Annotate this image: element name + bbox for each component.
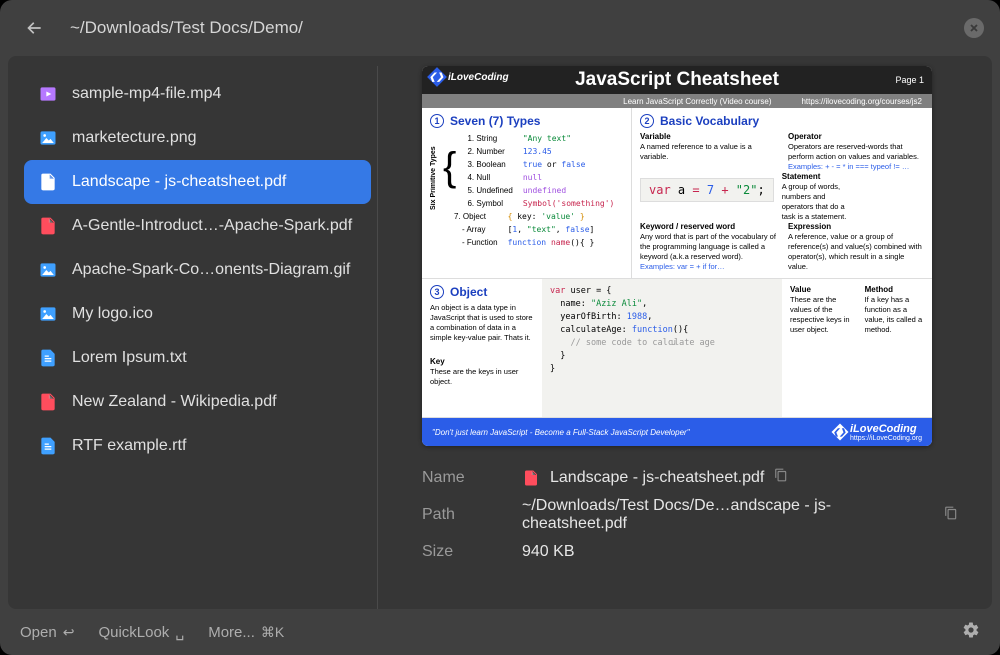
vertical-label: Six Primitive Types [430,132,437,210]
image-icon [38,128,58,148]
file-item[interactable]: Landscape - js-cheatsheet.pdf [24,160,371,204]
footer-brand: ❮❯ iLoveCoding https://iLoveCoding.org [834,423,922,442]
copy-name-button[interactable] [774,468,788,487]
text-icon [38,436,58,456]
quicklook-action[interactable]: QuickLook␣ [98,624,184,641]
meta-name-value: Landscape - js-cheatsheet.pdf [522,468,958,487]
page-number: Page 1 [895,75,924,85]
detail-pane: ❮❯ iLoveCoding JavaScript Cheatsheet Pag… [378,66,982,609]
file-browser-window: ~/Downloads/Test Docs/Demo/ sample-mp4-f… [0,0,1000,655]
meta-size-value: 940 KB [522,543,958,561]
section-heading: 1Seven (7) Types [430,114,623,128]
image-icon [38,304,58,324]
file-name: A-Gentle-Introduct…-Apache-Spark.pdf [72,217,352,235]
content-body: sample-mp4-file.mp4 marketecture.png Lan… [8,56,992,609]
file-name: sample-mp4-file.mp4 [72,85,221,103]
file-name: My logo.ico [72,305,153,323]
arrow-left-icon [24,18,44,38]
pdf-icon [522,469,540,487]
close-icon [969,23,979,33]
file-name: marketecture.png [72,129,197,147]
course-link-text: Learn JavaScript Correctly (Video course… [623,97,771,106]
titlebar: ~/Downloads/Test Docs/Demo/ [0,0,1000,56]
file-item[interactable]: Apache-Spark-Co…onents-Diagram.gif [24,248,371,292]
course-url-text: https://ilovecoding.org/courses/js2 [801,97,922,106]
copy-path-button[interactable] [944,506,958,525]
open-action[interactable]: Open↩ [20,624,74,641]
meta-size-label: Size [422,543,522,561]
file-item[interactable]: My logo.ico [24,292,371,336]
file-name: Landscape - js-cheatsheet.pdf [72,173,286,191]
gear-icon [962,621,980,639]
section-heading: 2Basic Vocabulary [640,114,924,128]
file-list-sidebar: sample-mp4-file.mp4 marketecture.png Lan… [18,66,378,609]
code-example: var a = 7 + "2"; [640,178,774,202]
file-item[interactable]: RTF example.rtf [24,424,371,468]
pdf-icon [38,172,58,192]
settings-button[interactable] [962,621,980,643]
cheatsheet-subbar: Learn JavaScript Correctly (Video course… [422,94,932,108]
brand-logo: ❮❯ iLoveCoding [430,70,509,84]
object-code: var user = { name: "Aziz Ali", yearOfBir… [542,279,782,417]
meta-name-label: Name [422,469,522,487]
meta-path-label: Path [422,506,522,524]
back-button[interactable] [20,14,48,42]
footer-tagline: "Don't just learn JavaScript - Become a … [432,428,690,437]
copy-icon [774,468,788,482]
file-item[interactable]: sample-mp4-file.mp4 [24,72,371,116]
type-values: "Any text" 123.45 true or false null und… [523,132,615,210]
cheatsheet-header: ❮❯ iLoveCoding JavaScript Cheatsheet Pag… [422,66,932,94]
file-metadata: Name Landscape - js-cheatsheet.pdf Path … [422,468,958,561]
cheatsheet-body: 1Seven (7) Types Six Primitive Types { S… [422,108,932,418]
cheatsheet-title: JavaScript Cheatsheet [575,69,779,91]
brand-name: iLoveCoding [448,72,509,83]
pdf-icon [38,216,58,236]
pdf-icon [38,392,58,412]
close-button[interactable] [964,18,984,38]
file-preview: ❮❯ iLoveCoding JavaScript Cheatsheet Pag… [422,66,932,446]
section-heading: 3Object [430,285,534,299]
meta-path-value: ~/Downloads/Test Docs/De…andscape - js-c… [522,497,958,533]
file-name: Lorem Ipsum.txt [72,349,187,367]
text-icon [38,348,58,368]
file-item[interactable]: A-Gentle-Introduct…-Apache-Spark.pdf [24,204,371,248]
breadcrumb-path: ~/Downloads/Test Docs/Demo/ [70,18,964,38]
file-name: Apache-Spark-Co…onents-Diagram.gif [72,261,350,279]
file-name: RTF example.rtf [72,437,186,455]
image-icon [38,260,58,280]
file-item[interactable]: marketecture.png [24,116,371,160]
action-footer: Open↩ QuickLook␣ More...⌘K [0,609,1000,655]
types-list: StringNumberBoolean NullUndefinedSymbol [462,132,512,210]
object-description: An object is a data type in JavaScript t… [430,303,534,343]
more-action[interactable]: More...⌘K [208,624,284,641]
copy-icon [944,506,958,520]
video-icon [38,84,58,104]
cheatsheet-footer: "Don't just learn JavaScript - Become a … [422,418,932,446]
file-name: New Zealand - Wikipedia.pdf [72,393,277,411]
file-item[interactable]: New Zealand - Wikipedia.pdf [24,380,371,424]
file-item[interactable]: Lorem Ipsum.txt [24,336,371,380]
